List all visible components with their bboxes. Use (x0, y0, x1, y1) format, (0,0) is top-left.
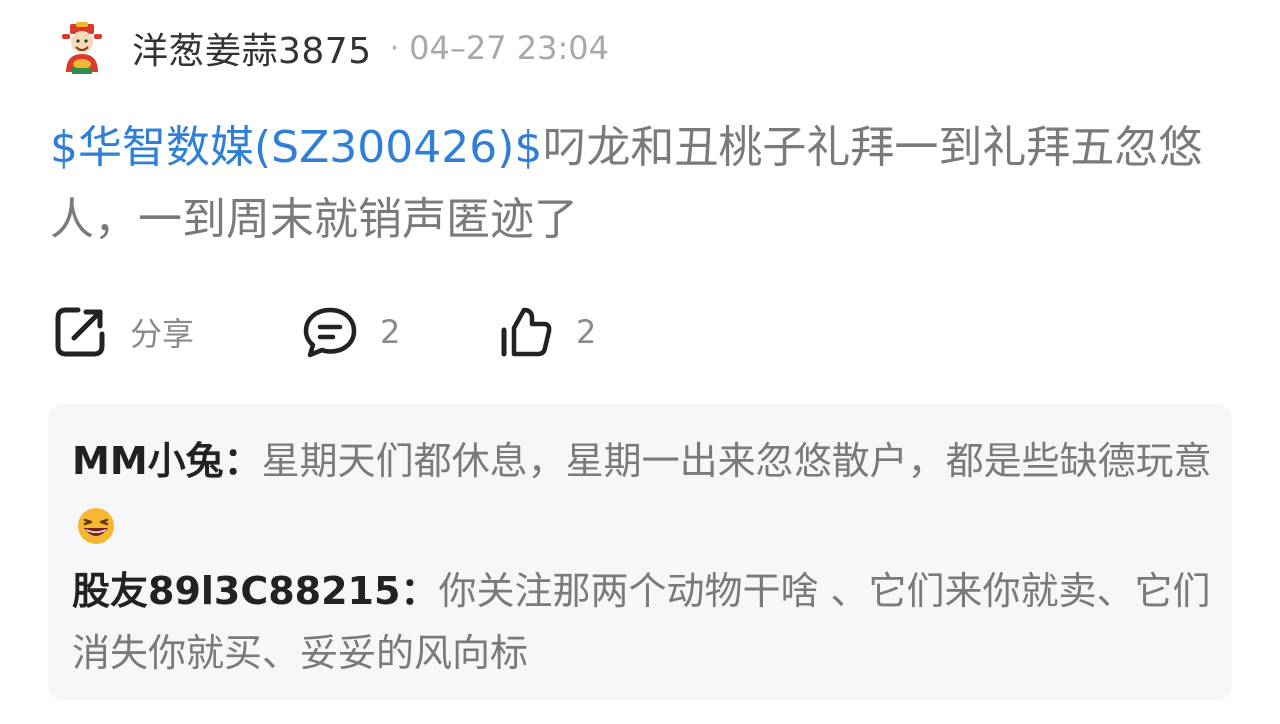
share-icon (55, 307, 105, 357)
comment-button[interactable]: 2 (302, 302, 400, 362)
post-content: $华智数媒(SZ300426)$叼龙和丑桃子礼拜一到礼拜五忽悠人，一到周末就销声… (50, 112, 1220, 256)
laughing-emoji-icon (78, 507, 114, 544)
comment-text: 星期天们都休息，星期一出来忽悠散户，都是些缺德玩意 (261, 439, 1212, 483)
comment-item[interactable]: MM小兔：星期天们都休息，星期一出来忽悠散户，都是些缺德玩意 (72, 430, 1212, 554)
comment-item[interactable]: 股友89l3C88215：你关注那两个动物干啥 、它们来你就卖、它们消失你就买、… (72, 560, 1212, 684)
comment-author[interactable]: MM小兔： (72, 439, 262, 483)
like-count: 2 (576, 313, 597, 351)
share-button[interactable]: 分享 (52, 302, 194, 362)
avatar[interactable] (56, 22, 108, 74)
post-header: 洋葱姜蒜3875 · 04–27 23:04 (56, 20, 609, 76)
comment-icon (303, 307, 357, 358)
action-bar: 分享 2 2 (52, 302, 752, 362)
like-button[interactable]: 2 (498, 302, 596, 362)
post-timestamp: 04–27 23:04 (409, 29, 609, 67)
separator-dot: · (389, 30, 400, 66)
stock-link[interactable]: $华智数媒(SZ300426)$ (50, 122, 542, 173)
thumbs-up-icon (501, 307, 552, 357)
comment-count: 2 (380, 313, 401, 351)
comment-author[interactable]: 股友89l3C88215： (72, 569, 438, 613)
username[interactable]: 洋葱姜蒜3875 (132, 22, 372, 74)
god-of-wealth-avatar-icon (62, 22, 102, 74)
share-label: 分享 (130, 315, 195, 353)
comments-preview[interactable]: MM小兔：星期天们都休息，星期一出来忽悠散户，都是些缺德玩意 股友89l3C88… (48, 404, 1232, 700)
